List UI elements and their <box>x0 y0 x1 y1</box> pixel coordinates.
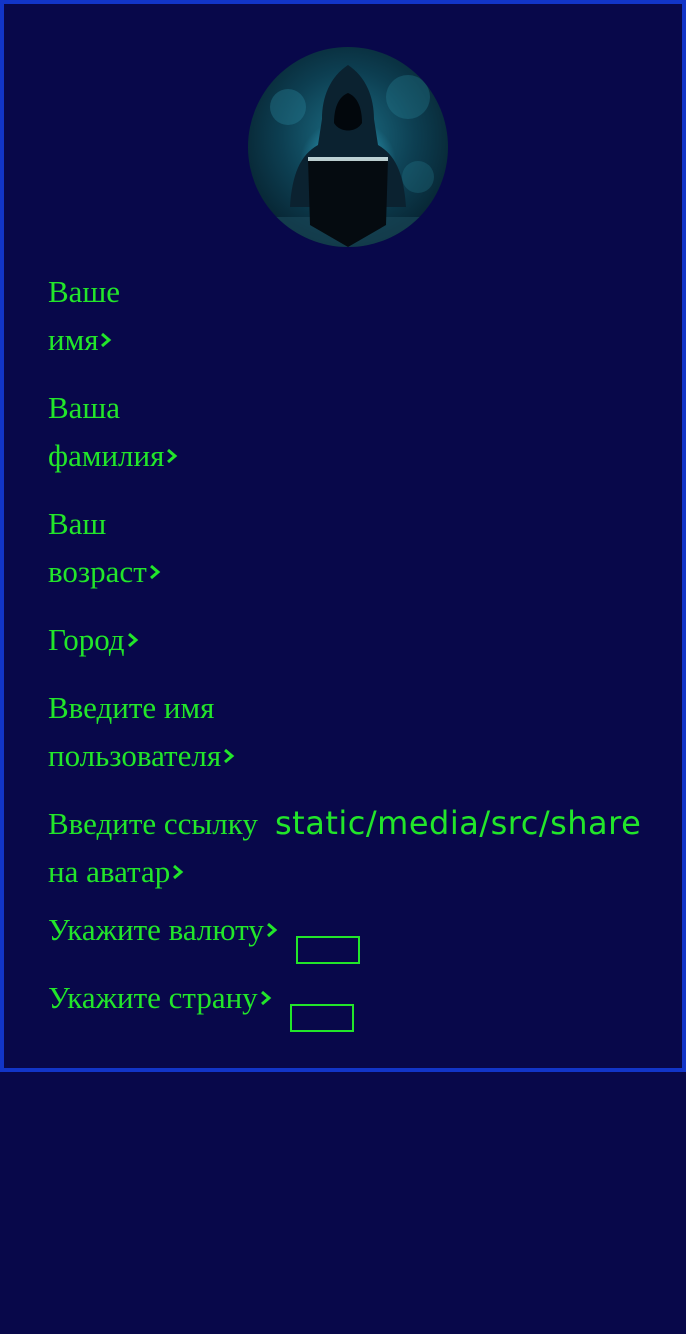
username-field[interactable]: Введите имя пользователя <box>48 684 236 780</box>
chevron-right-icon <box>222 748 236 764</box>
chevron-right-icon <box>148 564 162 580</box>
chevron-right-icon <box>171 864 185 880</box>
chevron-right-icon <box>265 922 279 938</box>
country-field[interactable]: Укажите страну <box>48 974 273 1022</box>
first-name-label: Ваше <box>48 274 121 309</box>
username-label: Введите имя <box>48 690 215 725</box>
first-name-field[interactable]: Ваше имя <box>48 268 120 364</box>
country-label: Укажите страну <box>48 980 258 1015</box>
chevron-right-icon <box>99 332 113 348</box>
username-label-2: пользователя <box>48 738 222 773</box>
last-name-field[interactable]: Ваша фамилия <box>48 384 179 480</box>
country-input[interactable] <box>290 1004 354 1032</box>
chevron-right-icon <box>165 448 179 464</box>
avatar-link-field[interactable]: Введите ссылку на аватар <box>48 800 258 896</box>
currency-field[interactable]: Укажите валюту <box>48 906 279 954</box>
city-field[interactable]: Город <box>48 616 140 664</box>
hooded-hacker-icon <box>248 47 448 247</box>
age-label: Ваш <box>48 506 107 541</box>
avatar-link-label: Введите ссылку <box>48 806 258 841</box>
city-label: Город <box>48 622 125 657</box>
first-name-label-2: имя <box>48 322 99 357</box>
avatar-link-input[interactable]: static/media/src/share <box>275 799 645 847</box>
last-name-label-2: фамилия <box>48 438 165 473</box>
last-name-label: Ваша <box>48 390 121 425</box>
chevron-right-icon <box>126 632 140 648</box>
currency-label: Укажите валюту <box>48 912 264 947</box>
profile-form-panel: Ваше имя Ваша фамилия Ваш возраст Город … <box>0 0 686 1072</box>
chevron-right-icon <box>259 990 273 1006</box>
age-field[interactable]: Ваш возраст <box>48 500 162 596</box>
avatar-link-label-2: на аватар <box>48 854 171 889</box>
avatar[interactable] <box>248 47 448 247</box>
currency-input[interactable] <box>296 936 360 964</box>
age-label-2: возраст <box>48 554 147 589</box>
